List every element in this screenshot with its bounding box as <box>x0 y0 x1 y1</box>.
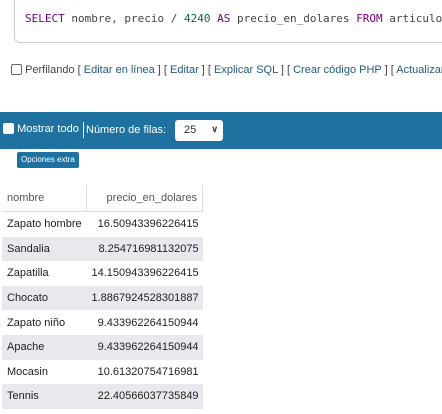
edit-inline-link[interactable]: Editar en línea <box>84 64 155 76</box>
extra-options-button[interactable]: Opciones extra <box>17 152 79 168</box>
column-header-precio[interactable]: precio_en_dolares <box>86 185 204 212</box>
table-row: Mocasin 10.61320754716981 <box>2 359 203 385</box>
sql-columns: nombre, precio / <box>64 12 184 25</box>
edit-link[interactable]: Editar <box>170 64 199 76</box>
sql-keyword-select: SELECT <box>25 12 65 25</box>
cell-precio: 16.50943396226415 <box>86 211 203 237</box>
rows-select[interactable]: 25 ∨ <box>175 120 223 141</box>
cell-precio: 10.61320754716981 <box>86 359 203 385</box>
table-row: Tennis 22.40566037735849 <box>2 384 203 409</box>
profiling-checkbox[interactable] <box>11 64 22 75</box>
cell-precio: 9.433962264150944 <box>86 310 203 335</box>
results-table: nombre precio_en_dolares Zapato hombre 16… <box>2 185 204 409</box>
cell-nombre: Zapato niño <box>2 310 87 335</box>
sql-alias: precio_en_dolares <box>236 12 357 25</box>
create-php-link[interactable]: Crear código PHP <box>293 64 381 76</box>
cell-nombre: Sandalia <box>2 236 87 262</box>
toolbar-divider <box>83 122 84 138</box>
cell-nombre: Apache <box>2 334 87 360</box>
table-row: Zapato niño 9.433962264150944 <box>2 310 203 335</box>
table-header-row: nombre precio_en_dolares <box>2 185 204 212</box>
profiling-links-row: Perfilando [ Editar en línea ] [ Editar … <box>11 64 442 76</box>
sql-keyword-as: AS <box>210 12 237 25</box>
show-all-checkbox[interactable] <box>3 123 14 134</box>
refresh-link[interactable]: Actualizar <box>396 64 442 76</box>
explain-sql-link[interactable]: Explicar SQL <box>214 64 278 76</box>
table-row: Zapato hombre 16.50943396226415 <box>2 211 203 237</box>
show-all-label: Mostrar todo <box>17 123 79 135</box>
cell-precio: 22.40566037735849 <box>86 384 203 409</box>
rows-label: Número de filas: <box>86 124 167 136</box>
sql-number: 4240 <box>183 12 211 25</box>
cell-nombre: Tennis <box>2 384 87 409</box>
cell-nombre: Zapatilla <box>2 261 87 286</box>
navigation-bar: Mostrar todo Número de filas: 25 ∨ <box>0 112 442 149</box>
chevron-down-icon: ∨ <box>211 124 218 134</box>
cell-nombre: Mocasin <box>2 359 87 385</box>
column-header-nombre[interactable]: nombre <box>2 185 87 212</box>
table-row: Chocato 1.8867924528301887 <box>2 285 203 311</box>
profiling-label: Perfilando <box>25 64 75 76</box>
cell-precio: 9.433962264150944 <box>86 334 203 360</box>
sql-table: articulos <box>389 12 442 25</box>
sql-query-text: SELECT nombre, precio / 4240 AS precio_e… <box>25 12 442 25</box>
cell-precio: 8.254716981132075 <box>86 236 203 262</box>
cell-nombre: Chocato <box>2 285 87 311</box>
sql-query-box[interactable]: SELECT nombre, precio / 4240 AS precio_e… <box>14 0 442 43</box>
cell-precio: 1.8867924528301887 <box>86 285 203 311</box>
table-row: Zapatilla 14.150943396226415 <box>2 261 203 286</box>
rows-select-value: 25 <box>184 124 197 136</box>
table-row: Apache 9.433962264150944 <box>2 334 203 360</box>
cell-nombre: Zapato hombre <box>2 211 87 237</box>
sql-keyword-from: FROM <box>356 12 383 25</box>
show-all-control[interactable]: Mostrar todo <box>3 123 79 135</box>
cell-precio: 14.150943396226415 <box>86 261 203 286</box>
table-row: Sandalia 8.254716981132075 <box>2 236 203 262</box>
